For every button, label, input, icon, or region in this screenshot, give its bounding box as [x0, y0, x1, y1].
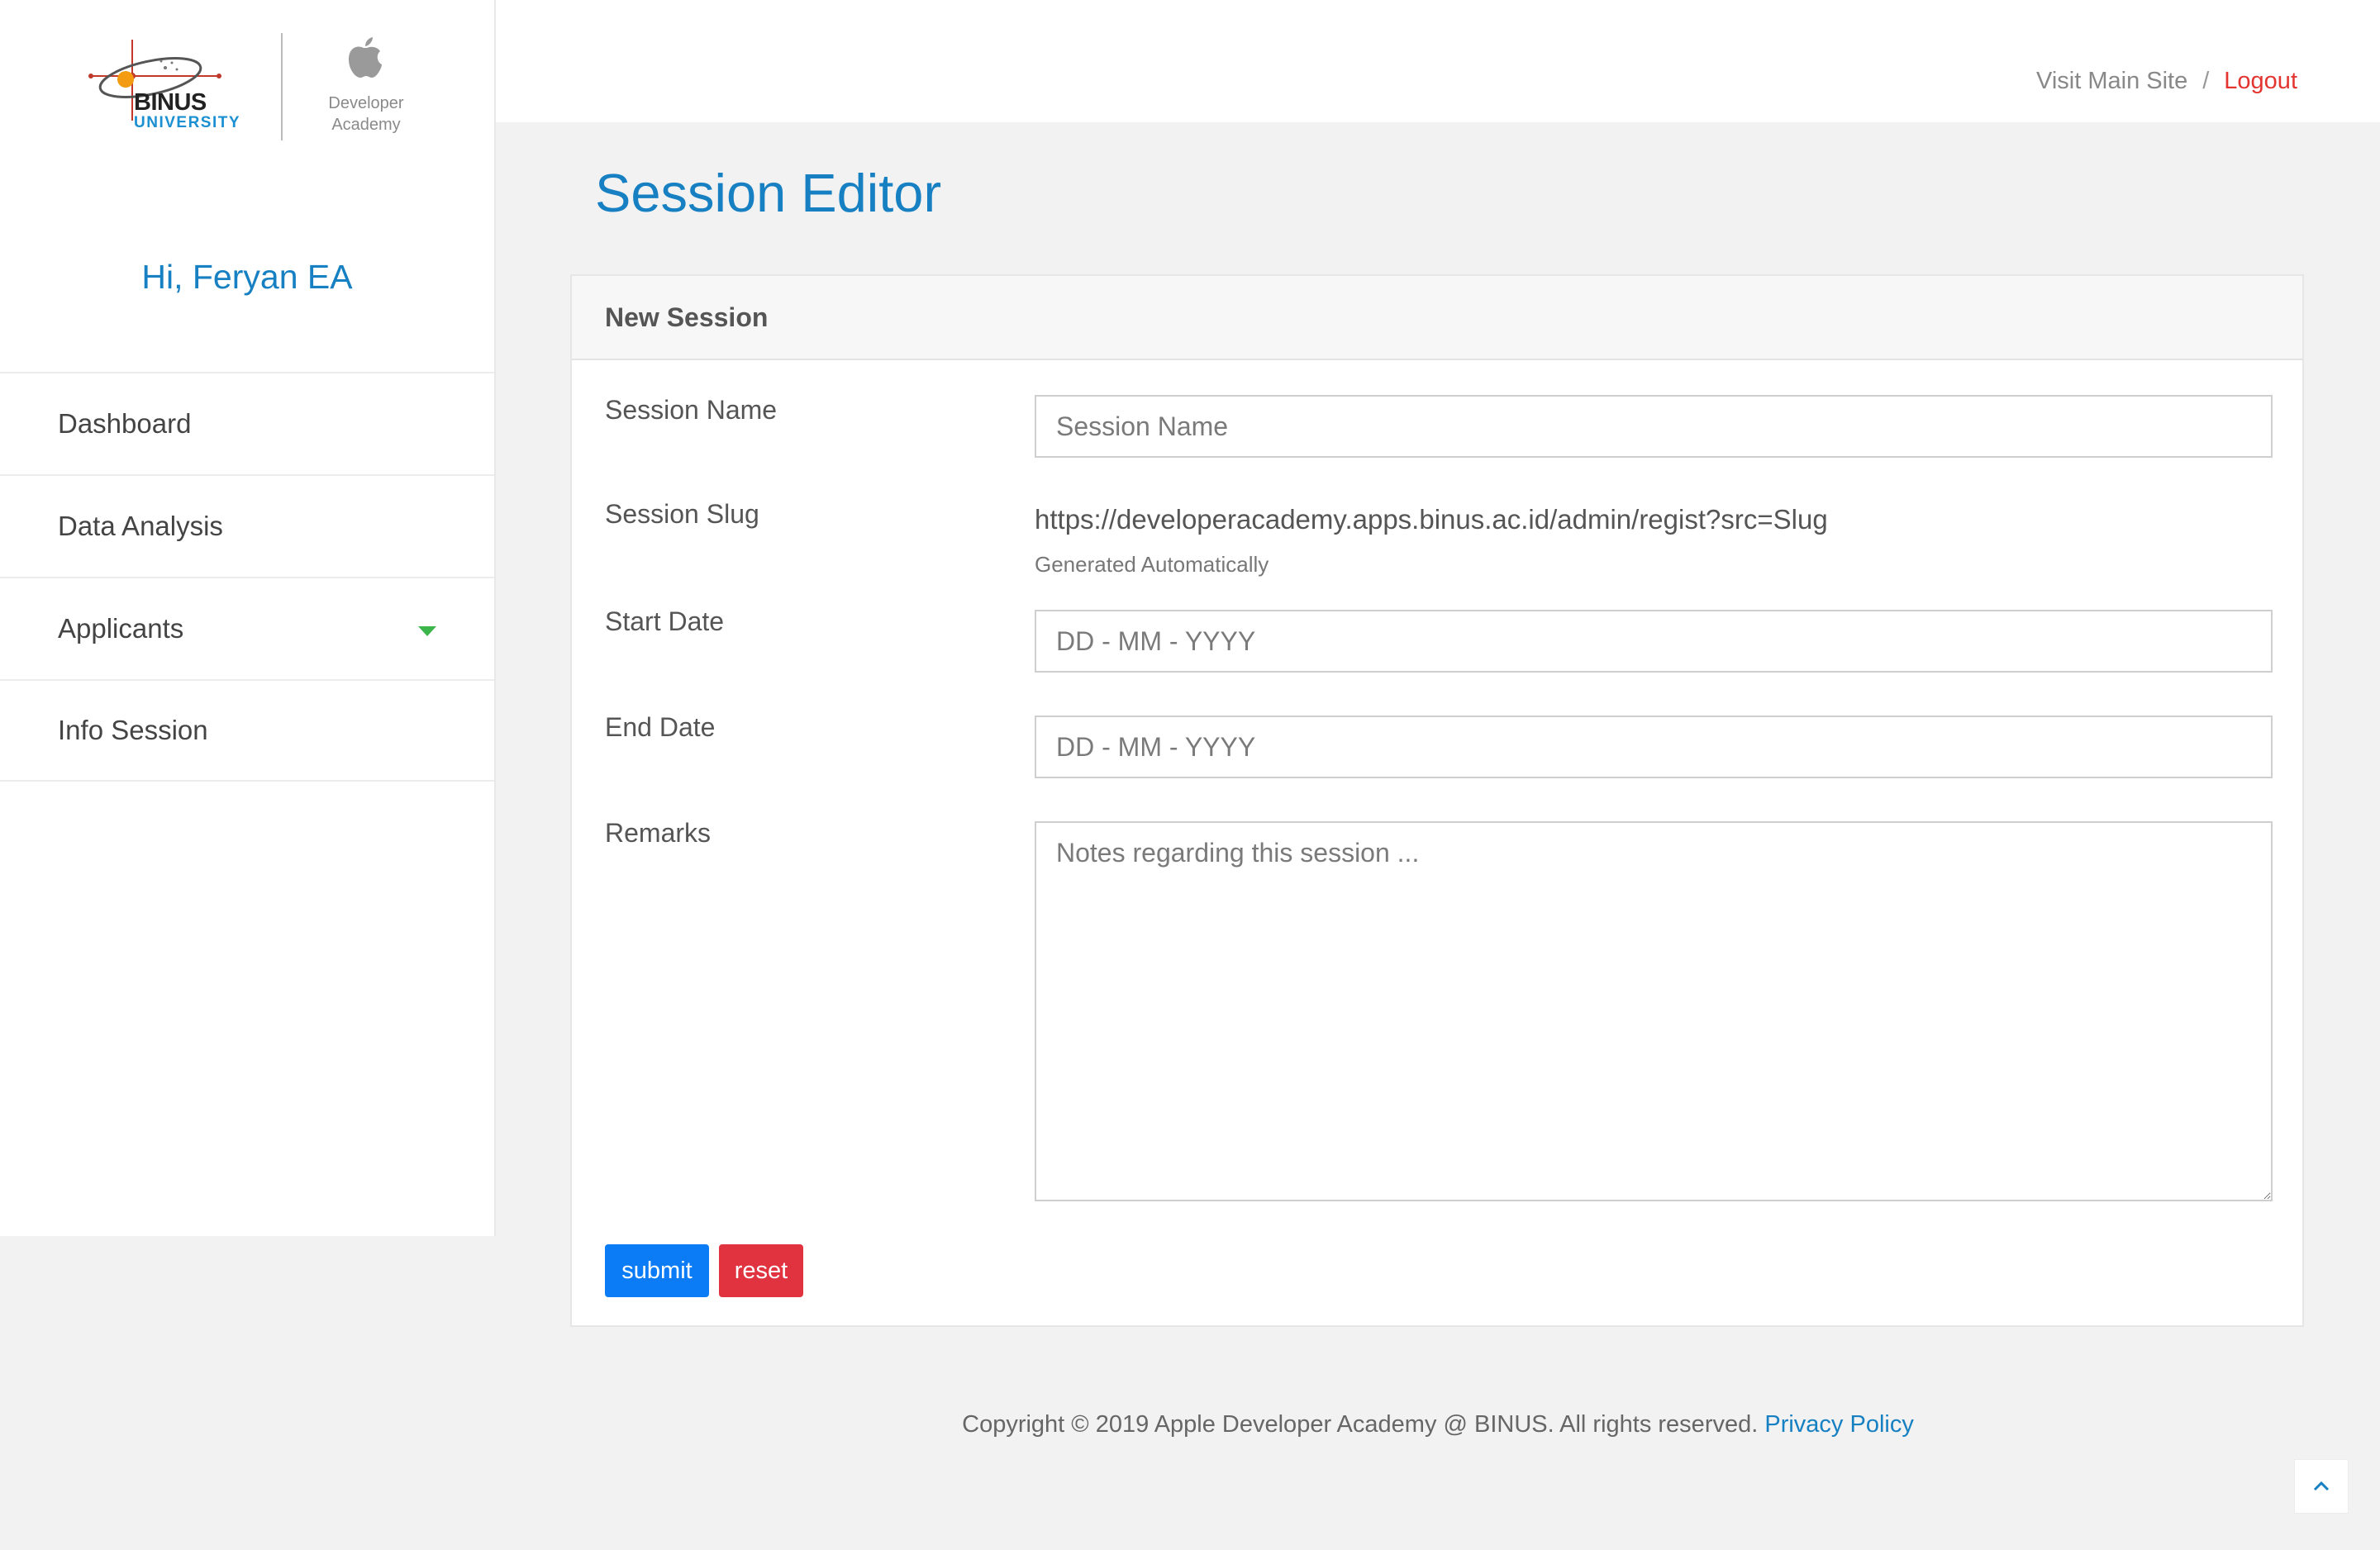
logo[interactable]: BINUS UNIVERSITY Developer Academy — [83, 30, 413, 145]
topbar: Visit Main Site / Logout — [496, 0, 2380, 122]
developer-line: Developer — [328, 94, 404, 112]
reset-button[interactable]: reset — [719, 1244, 803, 1297]
page-title: Session Editor — [595, 163, 942, 223]
end-date-label: End Date — [605, 712, 716, 742]
session-name-input[interactable] — [1035, 395, 2273, 458]
remarks-label: Remarks — [605, 818, 712, 848]
privacy-policy-link[interactable]: Privacy Policy — [1764, 1411, 1914, 1438]
sidebar-item-label: Info Session — [58, 715, 208, 745]
chevron-up-icon — [2313, 1481, 2330, 1491]
start-date-label: Start Date — [605, 606, 725, 636]
card-header: New Session — [572, 276, 2302, 360]
session-name-label: Session Name — [605, 395, 778, 425]
link-separator: / — [2202, 68, 2210, 94]
sidebar-item-label: Data Analysis — [58, 511, 223, 541]
developer-academy-text: Developer Academy — [304, 93, 428, 136]
footer: Copyright © 2019 Apple Developer Academy… — [496, 1411, 2380, 1438]
sidebar-item-data-analysis[interactable]: Data Analysis — [0, 474, 494, 577]
remarks-textarea[interactable] — [1035, 821, 2273, 1201]
sidebar-item-applicants[interactable]: Applicants — [0, 577, 494, 679]
copyright-text: Copyright © 2019 Apple Developer Academy… — [962, 1411, 1759, 1438]
logout-link[interactable]: Logout — [2224, 68, 2297, 94]
start-date-input[interactable] — [1035, 610, 2273, 673]
sidebar-item-label: Dashboard — [58, 408, 192, 439]
sidebar-item-label: Applicants — [58, 613, 184, 644]
scroll-to-top-button[interactable] — [2294, 1459, 2349, 1514]
logo-divider — [281, 33, 283, 140]
submit-button[interactable]: submit — [605, 1244, 709, 1297]
sidebar-item-info-session[interactable]: Info Session — [0, 679, 494, 782]
session-form-card: New Session Session Name Session Slug ht… — [570, 274, 2304, 1327]
sidebar: BINUS UNIVERSITY Developer Academy Hi, F… — [0, 0, 496, 1236]
end-date-input[interactable] — [1035, 716, 2273, 778]
session-slug-value: https://developeracademy.apps.binus.ac.i… — [1035, 504, 1828, 535]
session-slug-label: Session Slug — [605, 499, 759, 529]
user-greeting: Hi, Feryan EA — [141, 258, 353, 296]
binus-brand-text: BINUS — [134, 89, 207, 116]
sidebar-item-dashboard[interactable]: Dashboard — [0, 372, 494, 474]
academy-line: Academy — [331, 116, 401, 134]
sidebar-nav: Dashboard Data Analysis Applicants Info … — [0, 372, 494, 782]
apple-icon — [349, 37, 382, 78]
session-slug-help: Generated Automatically — [1035, 552, 1269, 577]
caret-down-icon[interactable] — [418, 626, 436, 636]
top-links: Visit Main Site / Logout — [2036, 68, 2297, 95]
binus-university-text: UNIVERSITY — [134, 114, 241, 131]
visit-main-site-link[interactable]: Visit Main Site — [2036, 68, 2187, 94]
